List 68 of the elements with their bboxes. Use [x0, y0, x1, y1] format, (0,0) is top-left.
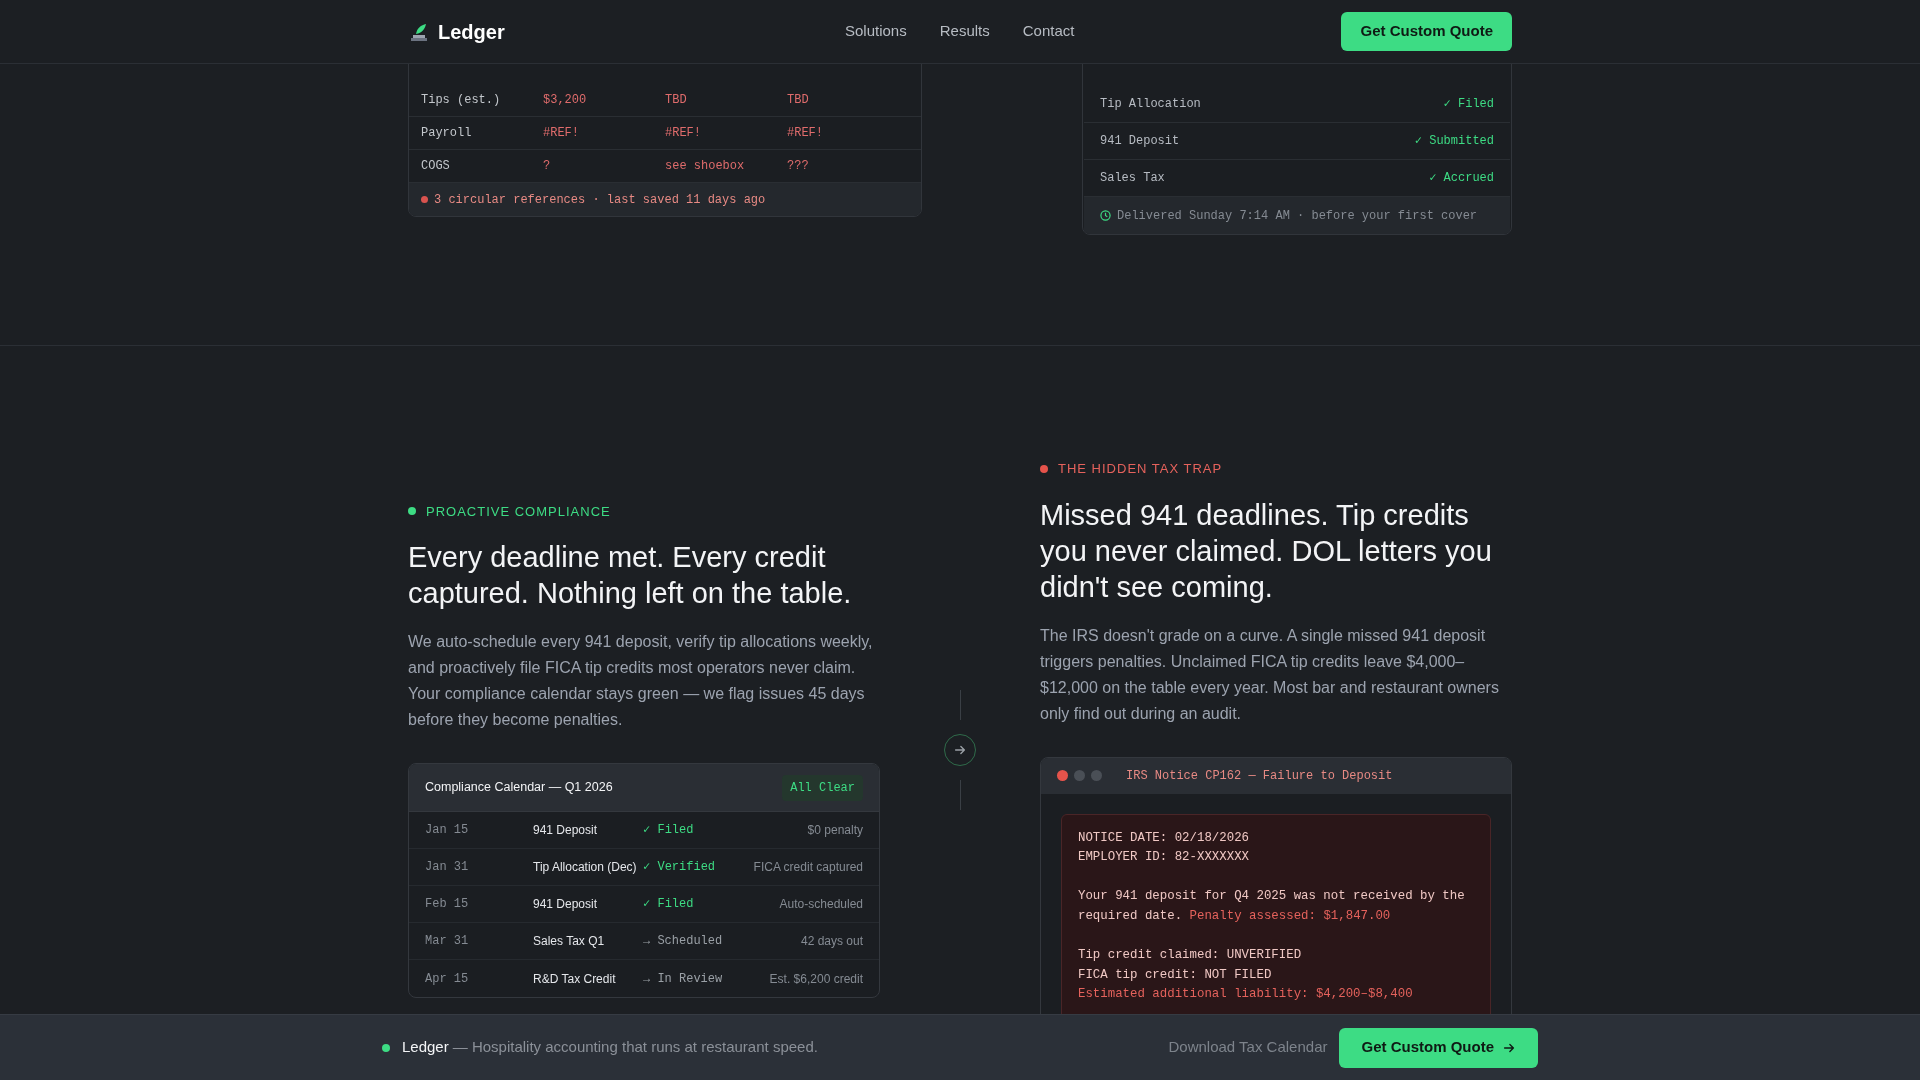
calendar-item: 941 Deposit: [533, 822, 599, 840]
calendar-date: Feb 15: [425, 896, 470, 914]
table-cell-text: Payroll: [421, 125, 473, 142]
section-description: The IRS doesn't grade on a curve. A single missed 941 deposit triggers penalties. Unclaimed FICA tip credits leave $4,000–$12,000 on the table every year. Most bar and restaurant owners only find out during an audit.: [1040, 625, 1500, 724]
section-eyebrow: PROACTIVE COMPLIANCE: [426, 502, 611, 521]
table-cell-text: #REF!: [787, 125, 824, 142]
calendar-date: Apr 15: [425, 970, 470, 988]
calendar-status: ✓ Filed: [643, 822, 695, 840]
section-eyebrow: THE HIDDEN TAX TRAP: [1058, 460, 1223, 478]
nav-link[interactable]: Contact: [1022, 20, 1075, 43]
delivery-note: Delivered Sunday 7:14 AM · before your first cover: [1117, 207, 1478, 225]
download-calendar-link[interactable]: Download Tax Calendar: [1168, 1036, 1328, 1059]
table-cell-text: #REF!: [665, 125, 702, 142]
calendar-status: → In Review: [643, 970, 724, 988]
nav-link[interactable]: Solutions: [845, 20, 907, 43]
table-cell-text: TBD: [665, 92, 688, 109]
table-cell-text: TBD: [787, 92, 810, 109]
calendar-note: 42 days out: [800, 933, 863, 951]
get-quote-button[interactable]: Get Custom Quote: [1341, 12, 1512, 51]
report-status: ✓ Accrued: [1429, 170, 1494, 187]
notice-line: EMPLOYER ID: 82-XXXXXXX: [1078, 849, 1251, 867]
table-cell-text: COGS: [421, 158, 451, 175]
calendar-item: Tip Allocation (Dec): [533, 859, 638, 877]
calendar-date: Jan 15: [425, 822, 470, 840]
table-cell-text: ???: [787, 158, 810, 175]
calendar-status: ✓ Verified: [643, 859, 717, 877]
calendar-item: 941 Deposit: [533, 896, 599, 914]
brand-name[interactable]: Ledger: [438, 16, 505, 47]
calendar-item: R&D Tax Credit: [533, 970, 617, 988]
notice-line: FICA tip credit: NOT FILED: [1078, 966, 1273, 984]
section-heading: Missed 941 deadlines. Tip credits you never claimed. DOL letters you didn't see coming.: [1040, 497, 1493, 605]
footer-tagline: — Hospitality accounting that runs at restaurant speed.: [452, 1037, 818, 1058]
notice-line: NOTICE DATE: 02/18/2026: [1078, 829, 1251, 847]
calendar-note: $0 penalty: [807, 822, 863, 840]
table-cell-text: see shoebox: [665, 158, 746, 175]
window-minimize-icon: [1074, 770, 1085, 781]
calendar-title: Compliance Calendar — Q1 2026: [425, 779, 613, 797]
calendar-status: → Scheduled: [643, 933, 724, 951]
calendar-item: Sales Tax Q1: [533, 933, 606, 951]
calendar-status: ✓ Filed: [643, 896, 695, 914]
section-description: We auto-schedule every 941 deposit, verify tip allocations weekly, and proactively file FICA tip credits most operators never claim. Your compliance calendar stays green — we flag issues 45 days before they become penalties.: [408, 632, 874, 731]
report-status: ✓ Submitted: [1414, 133, 1494, 150]
calendar-date: Mar 31: [425, 933, 470, 951]
section-heading: Every deadline met. Every credit captured. Nothing left on the table.: [408, 540, 853, 612]
table-cell-text: $3,200: [543, 92, 588, 109]
clock-icon: [1100, 210, 1111, 221]
spreadsheet-warning: 3 circular references · last saved 11 days ago: [434, 191, 766, 209]
table-cell-text: #REF!: [543, 125, 580, 142]
notice-line: Tip credit claimed: UNVERIFIED: [1078, 947, 1303, 965]
calendar-date: Jan 31: [425, 859, 470, 877]
table-cell-text: Tips (est.): [421, 92, 502, 109]
footer-brand: Ledger: [402, 1037, 449, 1058]
window-maximize-icon: [1091, 770, 1102, 781]
calendar-note: FICA credit captured: [753, 859, 863, 877]
calendar-note: Est. $6,200 credit: [769, 970, 863, 988]
notice-title: IRS Notice CP162 — Failure to Deposit: [1126, 767, 1393, 785]
report-label: Tip Allocation: [1100, 96, 1201, 113]
window-close-icon: [1057, 770, 1068, 781]
nav-link[interactable]: Results: [939, 20, 990, 43]
calendar-note: Auto-scheduled: [779, 896, 863, 914]
report-label: 941 Deposit: [1100, 133, 1180, 150]
table-cell-text: ?: [543, 158, 552, 175]
notice-line: Estimated additional liability: $4,200–$8,400: [1078, 986, 1414, 1004]
notice-line: Your 941 deposit for Q4 2025 was not received by the required date. Penalty assessed: $1,847.00: [1078, 888, 1466, 925]
report-status: ✓ Filed: [1443, 96, 1494, 113]
get-quote-button[interactable]: Get Custom Quote: [1339, 1027, 1538, 1068]
all-clear-badge: All Clear: [782, 774, 863, 801]
report-label: Sales Tax: [1100, 170, 1165, 187]
